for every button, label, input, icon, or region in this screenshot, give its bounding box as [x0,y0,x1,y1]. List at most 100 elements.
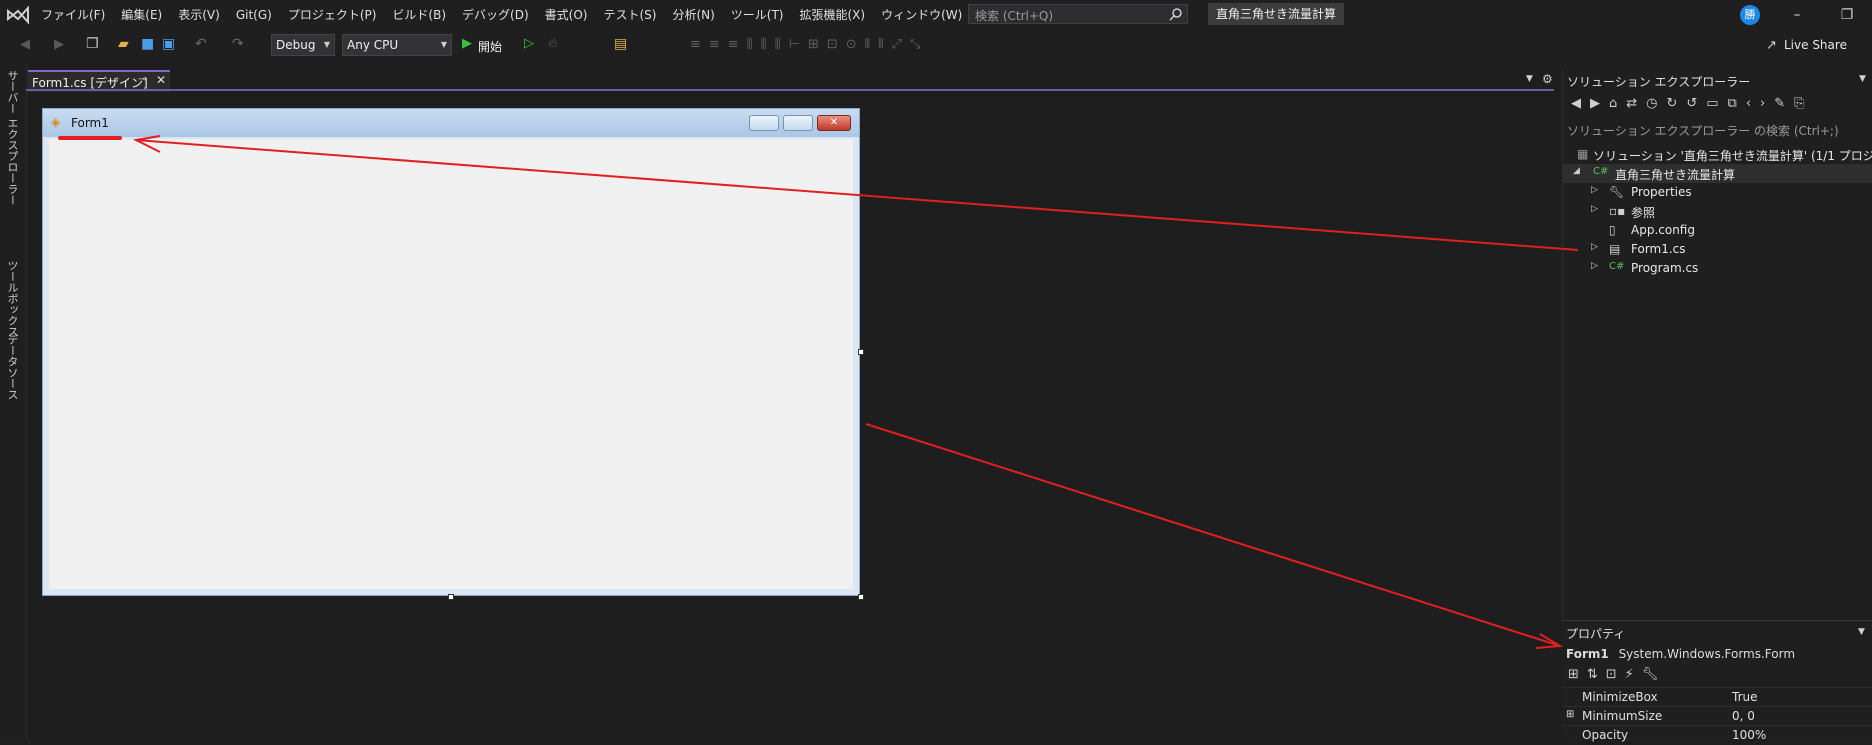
visual-studio-logo-icon[interactable] [6,6,30,24]
tree-label: ソリューション '直角三角せき流量計算' (1/1 プロジェクト) [1593,149,1872,163]
expanded-arrow-icon[interactable]: ◢ [1573,166,1580,176]
configuration-value: Debug [276,38,316,52]
object-name: Form1 [1566,647,1609,661]
form-close-button[interactable]: ✕ [817,115,851,131]
property-value[interactable]: True [1732,690,1758,704]
property-name: MinimizeBox [1582,690,1658,704]
pin-icon[interactable]: ⊸ [138,74,146,85]
property-row[interactable]: Opacity 100% [1562,725,1872,745]
solution-explorer-header: ソリューション エクスプローラー ▼ [1563,70,1872,90]
live-share-icon[interactable]: ↗ [1766,38,1777,53]
tree-label: Properties [1631,185,1692,199]
menu-view[interactable]: 表示(V) [170,0,228,30]
chevron-down-icon[interactable]: ▼ [1859,74,1866,84]
solution-search-input[interactable]: ソリューション エクスプローラー の検索 (Ctrl+;) [1567,122,1839,139]
menu-items: ファイル(F) 編集(E) 表示(V) Git(G) プロジェクト(P) ビルド… [33,0,1041,30]
chevron-down-icon[interactable]: ▼ [1526,74,1533,84]
tree-item-project[interactable]: ◢ C# 直角三角せき流量計算 [1563,164,1872,183]
resize-handle-corner[interactable] [858,594,864,600]
solution-name-badge: 直角三角せき流量計算 [1208,3,1345,25]
gear-icon[interactable]: ⚙ [1542,72,1553,86]
form-app-icon: ◈ [51,115,61,129]
menu-git[interactable]: Git(G) [228,0,280,30]
collapsed-arrow-icon[interactable]: ▷ [1591,185,1598,195]
back-icon[interactable]: ◀ [20,37,30,52]
menu-project[interactable]: プロジェクト(P) [280,0,385,30]
avatar[interactable]: 勝 [1740,5,1760,25]
menu-build[interactable]: ビルド(B) [384,0,454,30]
annotation-arrowhead [1535,633,1564,649]
panel-title: ソリューション エクスプローラー [1567,75,1751,89]
start-without-debugging-icon[interactable]: ▷ [524,36,534,51]
chevron-down-icon[interactable]: ▼ [1858,627,1865,637]
search-icon[interactable] [1169,7,1183,21]
tree-item-app-config[interactable]: ▯ App.config [1563,221,1872,240]
solution-explorer-panel: ソリューション エクスプローラー ▼ ◀▶⌂⇄◷↻↺▭⧉‹›✎⎘ ソリューション… [1562,70,1872,622]
properties-object-selector[interactable]: Form1 System.Windows.Forms.Form [1566,647,1795,661]
form-minimize-button[interactable] [749,115,779,131]
property-value[interactable]: 0, 0 [1732,709,1755,723]
search-input[interactable]: 検索 (Ctrl+Q) [968,4,1188,24]
open-folder-icon[interactable]: ▰ [118,36,129,52]
configuration-dropdown[interactable]: Debug ▼ [271,34,335,56]
tab-toolbox[interactable]: ツールボックス [4,260,20,337]
tree-item-form1[interactable]: ▷ ▤ Form1.cs [1563,240,1872,259]
forward-icon[interactable]: ▶ [54,37,64,52]
resize-handle-right[interactable] [858,349,864,355]
property-row[interactable]: ⊞ MinimumSize 0, 0 [1562,706,1872,726]
menu-debug[interactable]: デバッグ(D) [454,0,537,30]
form-maximize-button[interactable] [783,115,813,131]
redo-icon[interactable]: ↷ [232,36,244,52]
tree-label: 直角三角せき流量計算 [1615,168,1736,182]
form-title-bar: ◈ Form1 ✕ [43,109,859,137]
save-icon[interactable]: ■ [141,36,154,52]
tree-label: 参照 [1631,206,1656,220]
menu-bar: ファイル(F) 編集(E) 表示(V) Git(G) プロジェクト(P) ビルド… [0,0,1872,30]
close-icon[interactable]: ✕ [156,73,166,87]
wrench-icon: 🔧︎ [1609,185,1625,199]
menu-edit[interactable]: 編集(E) [113,0,170,30]
new-project-icon[interactable]: ❐ [86,36,99,52]
restore-window-button[interactable]: ❐ [1826,0,1868,30]
platform-dropdown[interactable]: Any CPU ▼ [342,34,452,56]
chevron-down-icon: ▼ [323,40,330,49]
layout-align-icons[interactable]: ≡≡≡⫼⫼⫼⊢⊞⊡⊙⫴⫴⤢⤡ [690,37,928,52]
hot-reload-icon[interactable]: 🔥︎ [548,36,558,51]
start-icon[interactable]: ▶ [462,36,472,51]
menu-extensions[interactable]: 拡張機能(X) [791,0,873,30]
tree-item-program[interactable]: ▷ C# Program.cs [1563,259,1872,278]
property-row[interactable]: MinimizeBox True [1562,687,1872,707]
form-client-area[interactable] [49,139,853,589]
menu-test[interactable]: テスト(S) [595,0,664,30]
form-file-icon: ▤ [1609,242,1621,256]
undo-icon[interactable]: ↶ [195,36,207,52]
start-button[interactable]: 開始 [478,38,502,55]
menu-format[interactable]: 書式(O) [537,0,596,30]
tree-label: Program.cs [1631,261,1699,275]
toolbox-icon[interactable]: ▤ [614,36,627,52]
save-all-icon[interactable]: ▣ [162,36,175,52]
object-type: System.Windows.Forms.Form [1618,647,1796,661]
menu-analyze[interactable]: 分析(N) [664,0,722,30]
expand-icon[interactable]: ⊞ [1566,709,1574,720]
collapsed-arrow-icon[interactable]: ▷ [1591,261,1598,271]
live-share-button[interactable]: Live Share [1784,38,1847,52]
properties-panel: プロパティ ▼ Form1 System.Windows.Forms.Form … [1562,620,1872,742]
collapsed-arrow-icon[interactable]: ▷ [1591,242,1598,252]
menu-window[interactable]: ウィンドウ(W) [873,0,970,30]
tree-item-properties[interactable]: ▷ 🔧︎ Properties [1563,183,1872,202]
resize-handle-bottom[interactable] [448,594,454,600]
minimize-window-button[interactable]: – [1776,0,1818,30]
tab-server-explorer[interactable]: サーバー エクスプローラー [4,70,20,206]
menu-tools[interactable]: ツール(T) [723,0,792,30]
references-icon: ▫▪ [1609,204,1626,218]
collapsed-arrow-icon[interactable]: ▷ [1591,204,1598,214]
solution-toolbar-icons[interactable]: ◀▶⌂⇄◷↻↺▭⧉‹›✎⎘ [1571,96,1814,111]
form-designer-window[interactable]: ◈ Form1 ✕ [42,108,860,596]
tree-item-references[interactable]: ▷ ▫▪ 参照 [1563,202,1872,221]
properties-toolbar-icons[interactable]: ⊞⇅⊡⚡🔧︎ [1568,667,1666,682]
tab-data-sources[interactable]: データソース [4,334,20,400]
tree-item-solution[interactable]: ▦ ソリューション '直角三角せき流量計算' (1/1 プロジェクト) [1563,145,1872,164]
menu-file[interactable]: ファイル(F) [33,0,113,30]
search-placeholder: 検索 (Ctrl+Q) [975,9,1054,23]
